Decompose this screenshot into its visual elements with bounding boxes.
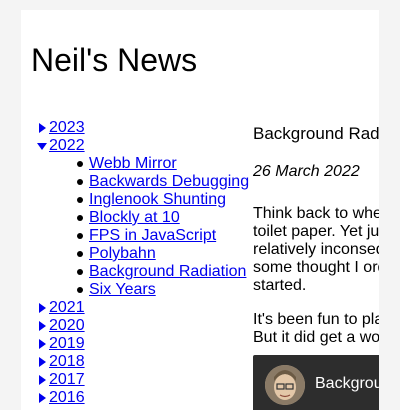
post-item: Backwards Debugging [21,173,253,191]
paragraph-line: relatively inconseque [253,241,379,258]
post-item: Webb Mirror [21,155,253,173]
year-link-2016[interactable]: 2016 [49,389,85,407]
expand-triangle-icon[interactable] [37,393,47,403]
article-date: 26 March 2022 [253,163,360,180]
year-row-2018: 2018 [21,353,253,371]
year-row-2021: 2021 [21,299,253,317]
bullet-icon [77,269,83,275]
year-row-2019: 2019 [21,335,253,353]
bullet-icon [77,233,83,239]
paragraph-line: started. [253,277,307,294]
post-item: FPS in JavaScript [21,227,253,245]
expand-triangle-icon[interactable] [37,321,47,331]
post-link-backwards-debugging[interactable]: Backwards Debugging [89,173,249,191]
post-item: Inglenook Shunting [21,191,253,209]
archive-sidebar: 2023 2022 Webb Mirror Backwards Debuggin… [21,119,253,407]
bullet-icon [77,251,83,257]
expand-triangle-icon[interactable] [37,123,47,133]
video-title: Background [315,375,379,392]
year-row-2020: 2020 [21,317,253,335]
post-link-polybahn[interactable]: Polybahn [89,245,156,263]
year-row-2023: 2023 [21,119,253,137]
paragraph-line: some thought I order [253,259,379,276]
expand-triangle-icon[interactable] [37,357,47,367]
paragraph-line: Think back to when C [253,205,379,222]
article-paragraph: It's been fun to play w But it did get a… [253,311,379,347]
paragraph-line: toilet paper. Yet just a [253,223,379,240]
article-paragraph: Think back to when C toilet paper. Yet j… [253,205,379,295]
article-title: Background Radiation [253,124,379,143]
paragraph-line: It's been fun to play w [253,311,379,328]
year-link-2019[interactable]: 2019 [49,335,85,353]
post-item: Blockly at 10 [21,209,253,227]
year-row-2017: 2017 [21,371,253,389]
post-link-background-radiation[interactable]: Background Radiation [89,263,246,281]
year-row-2016: 2016 [21,389,253,407]
post-link-fps-in-javascript[interactable]: FPS in JavaScript [89,227,216,245]
channel-avatar [265,365,305,405]
year-link-2023[interactable]: 2023 [49,119,85,137]
year-link-2022[interactable]: 2022 [49,137,85,155]
post-item: Six Years [21,281,253,299]
bullet-icon [77,287,83,293]
year-link-2021[interactable]: 2021 [49,299,85,317]
bullet-icon [77,215,83,221]
bullet-icon [77,197,83,203]
expand-triangle-icon[interactable] [37,339,47,349]
year-link-2017[interactable]: 2017 [49,371,85,389]
avatar-face-icon [265,365,305,405]
bullet-icon [77,179,83,185]
expand-triangle-icon[interactable] [37,303,47,313]
post-link-six-years[interactable]: Six Years [89,281,156,299]
post-link-webb-mirror[interactable]: Webb Mirror [89,155,177,173]
post-link-inglenook-shunting[interactable]: Inglenook Shunting [89,191,226,209]
bullet-icon [77,161,83,167]
post-link-blockly-at-10[interactable]: Blockly at 10 [89,209,180,227]
year-link-2018[interactable]: 2018 [49,353,85,371]
year-link-2020[interactable]: 2020 [49,317,85,335]
paragraph-line: But it did get a worko [253,329,379,346]
post-item: Polybahn [21,245,253,263]
collapse-triangle-icon[interactable] [37,141,47,151]
page-container: Neil's News 2023 2022 Webb Mirror Backwa… [21,10,379,410]
year-row-2022: 2022 [21,137,253,155]
post-item: Background Radiation [21,263,253,281]
article: Background Radiation 26 March 2022 Think… [253,124,379,410]
expand-triangle-icon[interactable] [37,375,47,385]
site-title: Neil's News [31,42,198,78]
video-embed[interactable]: Background [253,355,379,410]
